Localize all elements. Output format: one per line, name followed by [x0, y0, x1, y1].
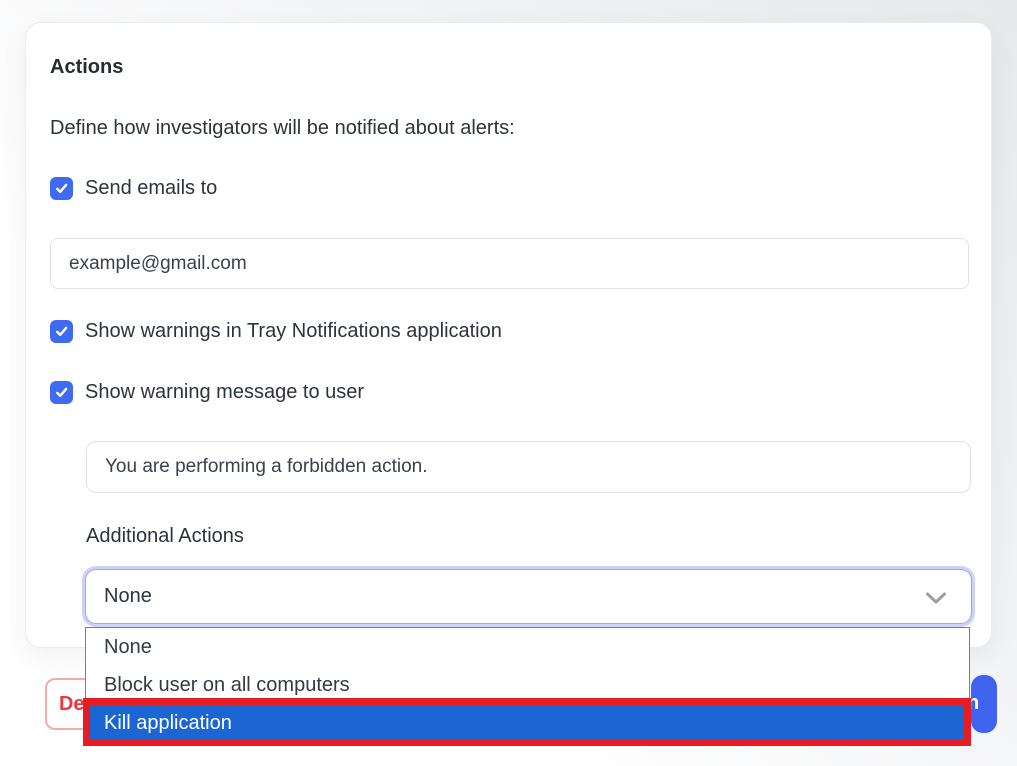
checkbox-row-send-emails: Send emails to [50, 176, 217, 200]
actions-panel: Actions Define how investigators will be… [25, 22, 992, 648]
primary-action-button[interactable]: n [971, 675, 997, 733]
warning-message-checkbox[interactable] [50, 381, 73, 404]
dropdown-option-block-user[interactable]: Block user on all computers [86, 666, 969, 704]
selected-option-value: None [104, 585, 152, 608]
send-emails-checkbox[interactable] [50, 177, 73, 200]
primary-button-label: n [971, 692, 979, 715]
panel-description: Define how investigators will be notifie… [50, 117, 515, 140]
checkmark-icon [53, 384, 70, 401]
dropdown-option-kill-application[interactable]: Kill application [86, 704, 969, 742]
checkmark-icon [53, 323, 70, 340]
chevron-down-icon [925, 591, 947, 609]
checkmark-icon [53, 180, 70, 197]
additional-actions-dropdown: None Block user on all computers Kill ap… [85, 627, 970, 743]
warning-message-field[interactable] [86, 441, 971, 493]
send-emails-label: Send emails to [85, 176, 217, 200]
checkbox-row-warning-message: Show warning message to user [50, 380, 364, 404]
additional-actions-label: Additional Actions [86, 525, 244, 548]
email-field[interactable] [50, 238, 969, 289]
checkbox-row-tray-warnings: Show warnings in Tray Notifications appl… [50, 319, 502, 343]
page-title: Actions [50, 56, 123, 79]
warning-message-label: Show warning message to user [85, 380, 364, 404]
dropdown-option-none[interactable]: None [86, 628, 969, 666]
tray-warnings-label: Show warnings in Tray Notifications appl… [85, 319, 502, 343]
tray-warnings-checkbox[interactable] [50, 320, 73, 343]
additional-actions-select[interactable]: None [86, 570, 971, 623]
